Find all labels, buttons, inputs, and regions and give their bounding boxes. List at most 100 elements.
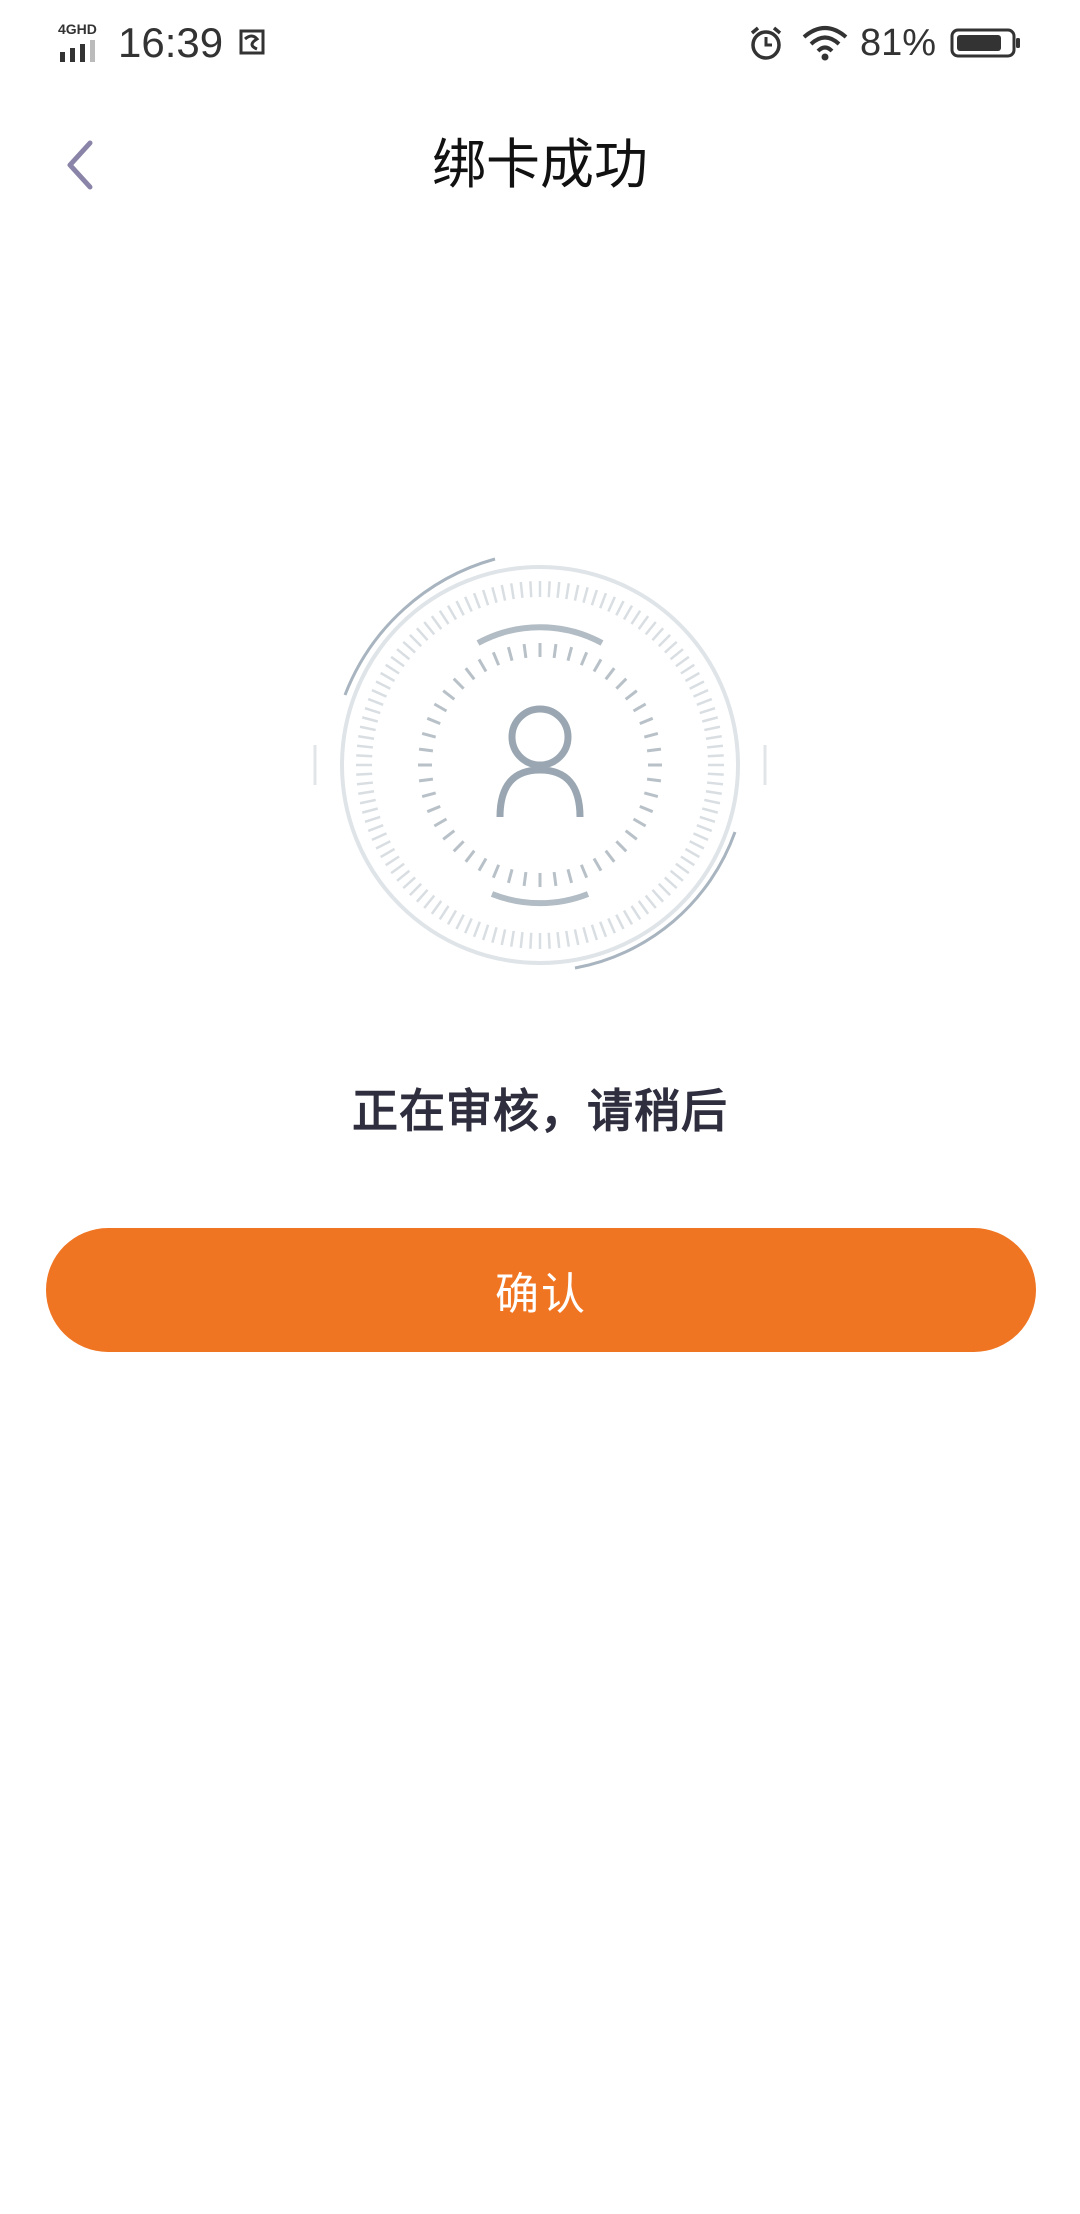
- status-time: 16:39: [118, 19, 224, 66]
- dense-tick: [556, 931, 561, 949]
- dense-tick: [500, 584, 507, 601]
- inner-tick: [433, 817, 448, 828]
- alarm-icon: [750, 26, 782, 60]
- user-avatar-verification-icon: [313, 557, 767, 970]
- dense-tick: [706, 744, 724, 749]
- inner-tick: [646, 747, 662, 753]
- dense-tick: [675, 862, 690, 875]
- page-title: 绑卡成功: [432, 133, 648, 196]
- dense-tick: [500, 929, 507, 946]
- dense-tick: [699, 706, 716, 715]
- dense-tick: [599, 592, 608, 609]
- dense-tick: [359, 725, 376, 732]
- dense-tick: [684, 671, 700, 683]
- inner-tick: [522, 643, 528, 659]
- inner-tick: [632, 817, 647, 828]
- inner-tick: [491, 864, 501, 879]
- battery-percent: 81%: [859, 21, 936, 64]
- outer-arc-bottom-right: [574, 831, 737, 970]
- dense-tick: [705, 734, 722, 740]
- inner-tick: [643, 731, 659, 739]
- dense-tick: [644, 621, 657, 636]
- dense-tick: [415, 627, 429, 641]
- dense-tick: [692, 832, 709, 841]
- dense-tick: [519, 931, 524, 949]
- inner-tick: [418, 777, 434, 783]
- signal-icon: 4GHD: [58, 22, 97, 62]
- inner-tick: [418, 747, 434, 753]
- inner-tick: [604, 849, 616, 863]
- inner-arc-top: [476, 624, 604, 646]
- dense-tick: [375, 680, 391, 690]
- dense-tick: [696, 824, 713, 833]
- dense-tick: [630, 905, 642, 920]
- dense-tick: [573, 929, 580, 946]
- inner-tick: [592, 857, 603, 872]
- inner-tick: [639, 804, 654, 814]
- dense-tick: [582, 926, 589, 944]
- dense-tick: [409, 634, 423, 648]
- dense-tick: [669, 869, 684, 882]
- dense-tick: [706, 781, 724, 786]
- inner-tick: [624, 829, 638, 841]
- inner-tick: [592, 658, 603, 673]
- inner-tick: [452, 840, 465, 853]
- dense-tick: [481, 589, 490, 606]
- dense-tick: [409, 882, 423, 896]
- dense-tick: [423, 621, 436, 636]
- dense-tick: [375, 840, 391, 850]
- status-bar: 4GHD 16:39 81%: [0, 0, 1080, 90]
- dense-tick: [664, 640, 678, 654]
- dense-tick: [565, 583, 571, 600]
- dense-tick: [707, 754, 724, 758]
- dense-tick: [622, 605, 634, 621]
- dense-tick: [385, 855, 400, 867]
- dense-tick: [556, 581, 561, 599]
- dense-tick: [491, 586, 498, 604]
- dense-tick: [547, 581, 551, 598]
- dense-tick: [704, 798, 721, 805]
- inner-tick: [632, 702, 647, 713]
- dense-tick: [669, 648, 684, 661]
- dense-tick: [415, 889, 429, 903]
- dense-tick: [356, 781, 374, 786]
- svg-text:4GHD: 4GHD: [58, 22, 97, 37]
- dense-tick: [367, 697, 384, 706]
- dense-tick: [590, 924, 599, 941]
- dense-tick: [380, 847, 396, 859]
- inner-tick: [615, 840, 628, 853]
- inner-tick: [442, 689, 456, 701]
- dense-tick: [582, 586, 589, 604]
- dense-tick: [704, 725, 721, 732]
- inner-tick: [646, 777, 662, 783]
- confirm-button[interactable]: 确认: [46, 1228, 1036, 1352]
- dense-tick: [637, 615, 650, 630]
- dense-tick: [701, 716, 719, 723]
- status-bar-right: 81%: [746, 18, 1022, 68]
- inner-tick: [452, 677, 465, 690]
- dense-tick: [644, 894, 657, 909]
- dense-tick: [380, 671, 396, 683]
- dense-tick: [455, 914, 465, 930]
- inner-tick: [566, 868, 574, 884]
- dense-tick: [371, 689, 388, 698]
- dense-tick: [446, 605, 458, 621]
- dense-tick: [359, 798, 376, 805]
- inner-tick: [506, 868, 514, 884]
- dense-tick: [565, 930, 571, 947]
- nav-bar: 绑卡成功: [0, 100, 1080, 230]
- inner-tick: [477, 658, 488, 673]
- dense-tick: [481, 924, 490, 941]
- dense-tick: [361, 716, 379, 723]
- dense-tick: [630, 610, 642, 625]
- dense-tick: [689, 680, 705, 690]
- dense-tick: [651, 627, 665, 641]
- inner-tick: [522, 871, 528, 887]
- review-status-message: 正在审核，请稍后: [352, 1084, 728, 1138]
- dense-tick: [361, 807, 379, 814]
- dense-tick: [657, 634, 671, 648]
- dense-tick: [358, 790, 375, 796]
- dense-tick: [615, 914, 625, 930]
- dense-tick: [699, 815, 716, 824]
- dense-tick: [390, 655, 405, 668]
